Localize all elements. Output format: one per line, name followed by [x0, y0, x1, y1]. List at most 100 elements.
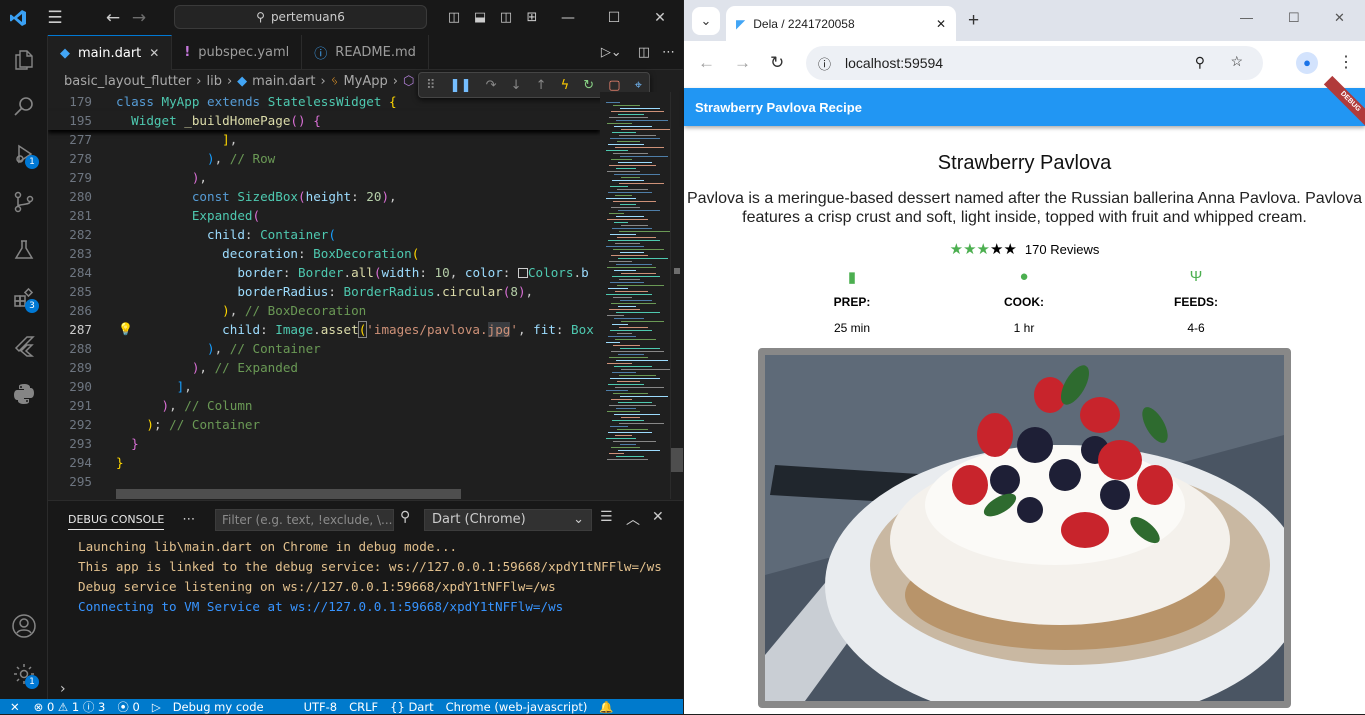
bookmark-star-icon[interactable]: ☆ — [1230, 53, 1243, 70]
code-line[interactable]: 286 ), // BoxDecoration — [48, 301, 600, 320]
tab-search-icon[interactable]: ⌄ — [692, 7, 720, 35]
close-tab-icon[interactable]: ✕ — [936, 17, 946, 31]
close-panel-icon[interactable]: ✕ — [652, 509, 664, 525]
inspect-widget-icon[interactable]: ⌖ — [635, 78, 642, 93]
code-editor[interactable]: 179 class MyApp extends StatelessWidget {… — [48, 92, 600, 499]
code-line[interactable]: 282 child: Container( — [48, 225, 600, 244]
extensions-icon[interactable]: 3 — [0, 275, 48, 321]
toggle-secondary-sidebar-icon[interactable]: ◫ — [493, 10, 519, 25]
tab-main-dart[interactable]: ◆ main.dart ✕ — [48, 35, 173, 70]
maximize-button[interactable]: ☐ — [591, 10, 637, 26]
search-activity-icon[interactable] — [0, 83, 48, 129]
remote-icon[interactable]: ✕ — [10, 700, 20, 714]
new-tab-button[interactable]: + — [968, 10, 979, 32]
tab-pubspec-yaml[interactable]: ! pubspec.yaml — [172, 35, 303, 70]
step-over-icon[interactable]: ↷ — [486, 78, 497, 93]
console-prompt-icon[interactable]: › — [60, 681, 66, 697]
code-line[interactable]: 285 borderRadius: BorderRadius.circular(… — [48, 282, 600, 301]
language-mode[interactable]: {} Dart — [390, 700, 433, 714]
ports-indicator[interactable]: ⦿ 0 — [117, 699, 139, 715]
run-debug-dropdown-icon[interactable]: ▷⌄ — [601, 45, 622, 60]
notifications-icon[interactable]: 🔔 — [599, 700, 613, 714]
device-selector[interactable]: Chrome (web-javascript) — [446, 700, 588, 714]
drag-handle-icon[interactable]: ⠿ — [426, 78, 436, 93]
restart-icon[interactable]: ↻ — [583, 78, 594, 93]
python-icon[interactable] — [0, 371, 48, 417]
tab-readme-md[interactable]: ⓘ README.md — [302, 35, 429, 70]
breadcrumb-lib[interactable]: lib — [206, 74, 221, 89]
step-into-icon[interactable]: ↓ — [511, 78, 522, 93]
code-line[interactable]: 277 ], — [48, 130, 600, 149]
code-line[interactable]: 281 Expanded( — [48, 206, 600, 225]
console-filter-input[interactable]: Filter (e.g. text, !exclude, \... — [215, 509, 394, 531]
code-line[interactable]: 290 ], — [48, 377, 600, 396]
hot-reload-icon[interactable]: ϟ — [561, 78, 570, 93]
site-info-icon[interactable]: ⓘ — [818, 54, 831, 73]
minimize-button[interactable]: — — [1240, 10, 1253, 25]
close-window-button[interactable]: ✕ — [1334, 10, 1345, 26]
reload-icon[interactable]: ↻ — [770, 53, 784, 73]
maximize-panel-icon[interactable]: ︿ — [626, 509, 640, 529]
browser-menu-icon[interactable]: ⋮ — [1338, 52, 1354, 72]
run-debug-icon[interactable]: 1 — [0, 131, 48, 177]
code-line[interactable]: 279 ), — [48, 168, 600, 187]
code-line[interactable]: 289 ), // Expanded — [48, 358, 600, 377]
forward-arrow-icon[interactable]: → — [734, 53, 751, 73]
maximize-button[interactable]: ☐ — [1288, 10, 1300, 26]
toggle-panel-icon[interactable]: ⬓ — [467, 10, 493, 25]
source-control-icon[interactable] — [0, 179, 48, 225]
problems-indicator[interactable]: ⊗ 0 ⚠ 1 ⓘ 3 — [34, 699, 106, 715]
debug-console-tab[interactable]: DEBUG CONSOLE — [68, 513, 165, 530]
toggle-sidebar-icon[interactable]: ◫ — [441, 10, 467, 25]
minimap[interactable] — [600, 92, 672, 499]
forward-arrow-icon[interactable]: → — [126, 8, 152, 28]
code-line[interactable]: 278 ), // Row — [48, 149, 600, 168]
horizontal-scrollbar[interactable] — [116, 489, 461, 499]
filter-search-icon[interactable]: ⚲ — [400, 509, 410, 525]
manage-gear-icon[interactable]: 1 — [0, 651, 48, 697]
step-out-icon[interactable]: ↑ — [536, 78, 547, 93]
command-center-search[interactable]: ⚲ pertemuan6 — [174, 5, 427, 29]
flutter-icon[interactable] — [0, 323, 48, 369]
line-endings[interactable]: CRLF — [349, 700, 378, 714]
explorer-icon[interactable] — [0, 37, 48, 83]
back-arrow-icon[interactable]: ← — [100, 8, 126, 28]
code-line[interactable]: 284 border: Border.all(width: 10, color:… — [48, 263, 600, 282]
breadcrumb-folder[interactable]: basic_layout_flutter — [64, 74, 191, 89]
back-arrow-icon[interactable]: ← — [698, 53, 715, 73]
close-window-button[interactable]: ✕ — [637, 10, 683, 26]
split-editor-icon[interactable]: ◫ — [638, 45, 650, 60]
debug-run-icon[interactable]: ▷ — [152, 700, 161, 714]
code-line[interactable]: 280 const SizedBox(height: 20), — [48, 187, 600, 206]
breadcrumb-file[interactable]: main.dart — [252, 74, 315, 89]
code-line[interactable]: 195 Widget _buildHomePage() { — [48, 111, 600, 130]
code-line[interactable]: 294} — [48, 453, 600, 472]
accounts-icon[interactable] — [0, 603, 48, 649]
close-tab-icon[interactable]: ✕ — [149, 46, 159, 60]
breadcrumb-class[interactable]: MyApp — [343, 74, 387, 89]
menu-icon[interactable]: ☰ — [36, 8, 74, 28]
zoom-icon[interactable]: ⚲ — [1195, 54, 1205, 71]
lightbulb-icon[interactable]: 💡 — [118, 322, 133, 336]
browser-tab-active[interactable]: ◤ Dela / 2241720058 ✕ — [726, 6, 956, 41]
code-text: const SizedBox(height: 20), — [191, 189, 397, 204]
address-bar[interactable]: ⓘ localhost:59594 ⚲ ☆ — [806, 46, 1263, 80]
profile-avatar-icon[interactable]: ● — [1296, 52, 1318, 74]
encoding[interactable]: UTF-8 — [304, 700, 338, 714]
testing-icon[interactable] — [0, 227, 48, 273]
more-views-icon[interactable]: ⋯ — [182, 512, 195, 527]
code-line[interactable]: 293 } — [48, 434, 600, 453]
minimize-button[interactable]: — — [545, 10, 591, 26]
debug-session-select[interactable]: Dart (Chrome) ⌄ — [424, 509, 592, 531]
code-line[interactable]: 283 decoration: BoxDecoration( — [48, 244, 600, 263]
more-actions-icon[interactable]: ⋯ — [662, 45, 675, 60]
clear-console-icon[interactable]: ☰ — [600, 509, 613, 525]
vertical-scrollbar[interactable] — [670, 92, 683, 499]
code-line[interactable]: 288 ), // Container — [48, 339, 600, 358]
code-line[interactable]: 291 ), // Column — [48, 396, 600, 415]
pause-icon[interactable]: ❚❚ — [450, 78, 472, 93]
code-line[interactable]: 292 ); // Container — [48, 415, 600, 434]
debug-my-code[interactable]: Debug my code — [173, 700, 264, 714]
stop-icon[interactable]: ▢ — [608, 78, 620, 93]
customize-layout-icon[interactable]: ⊞ — [519, 10, 545, 25]
